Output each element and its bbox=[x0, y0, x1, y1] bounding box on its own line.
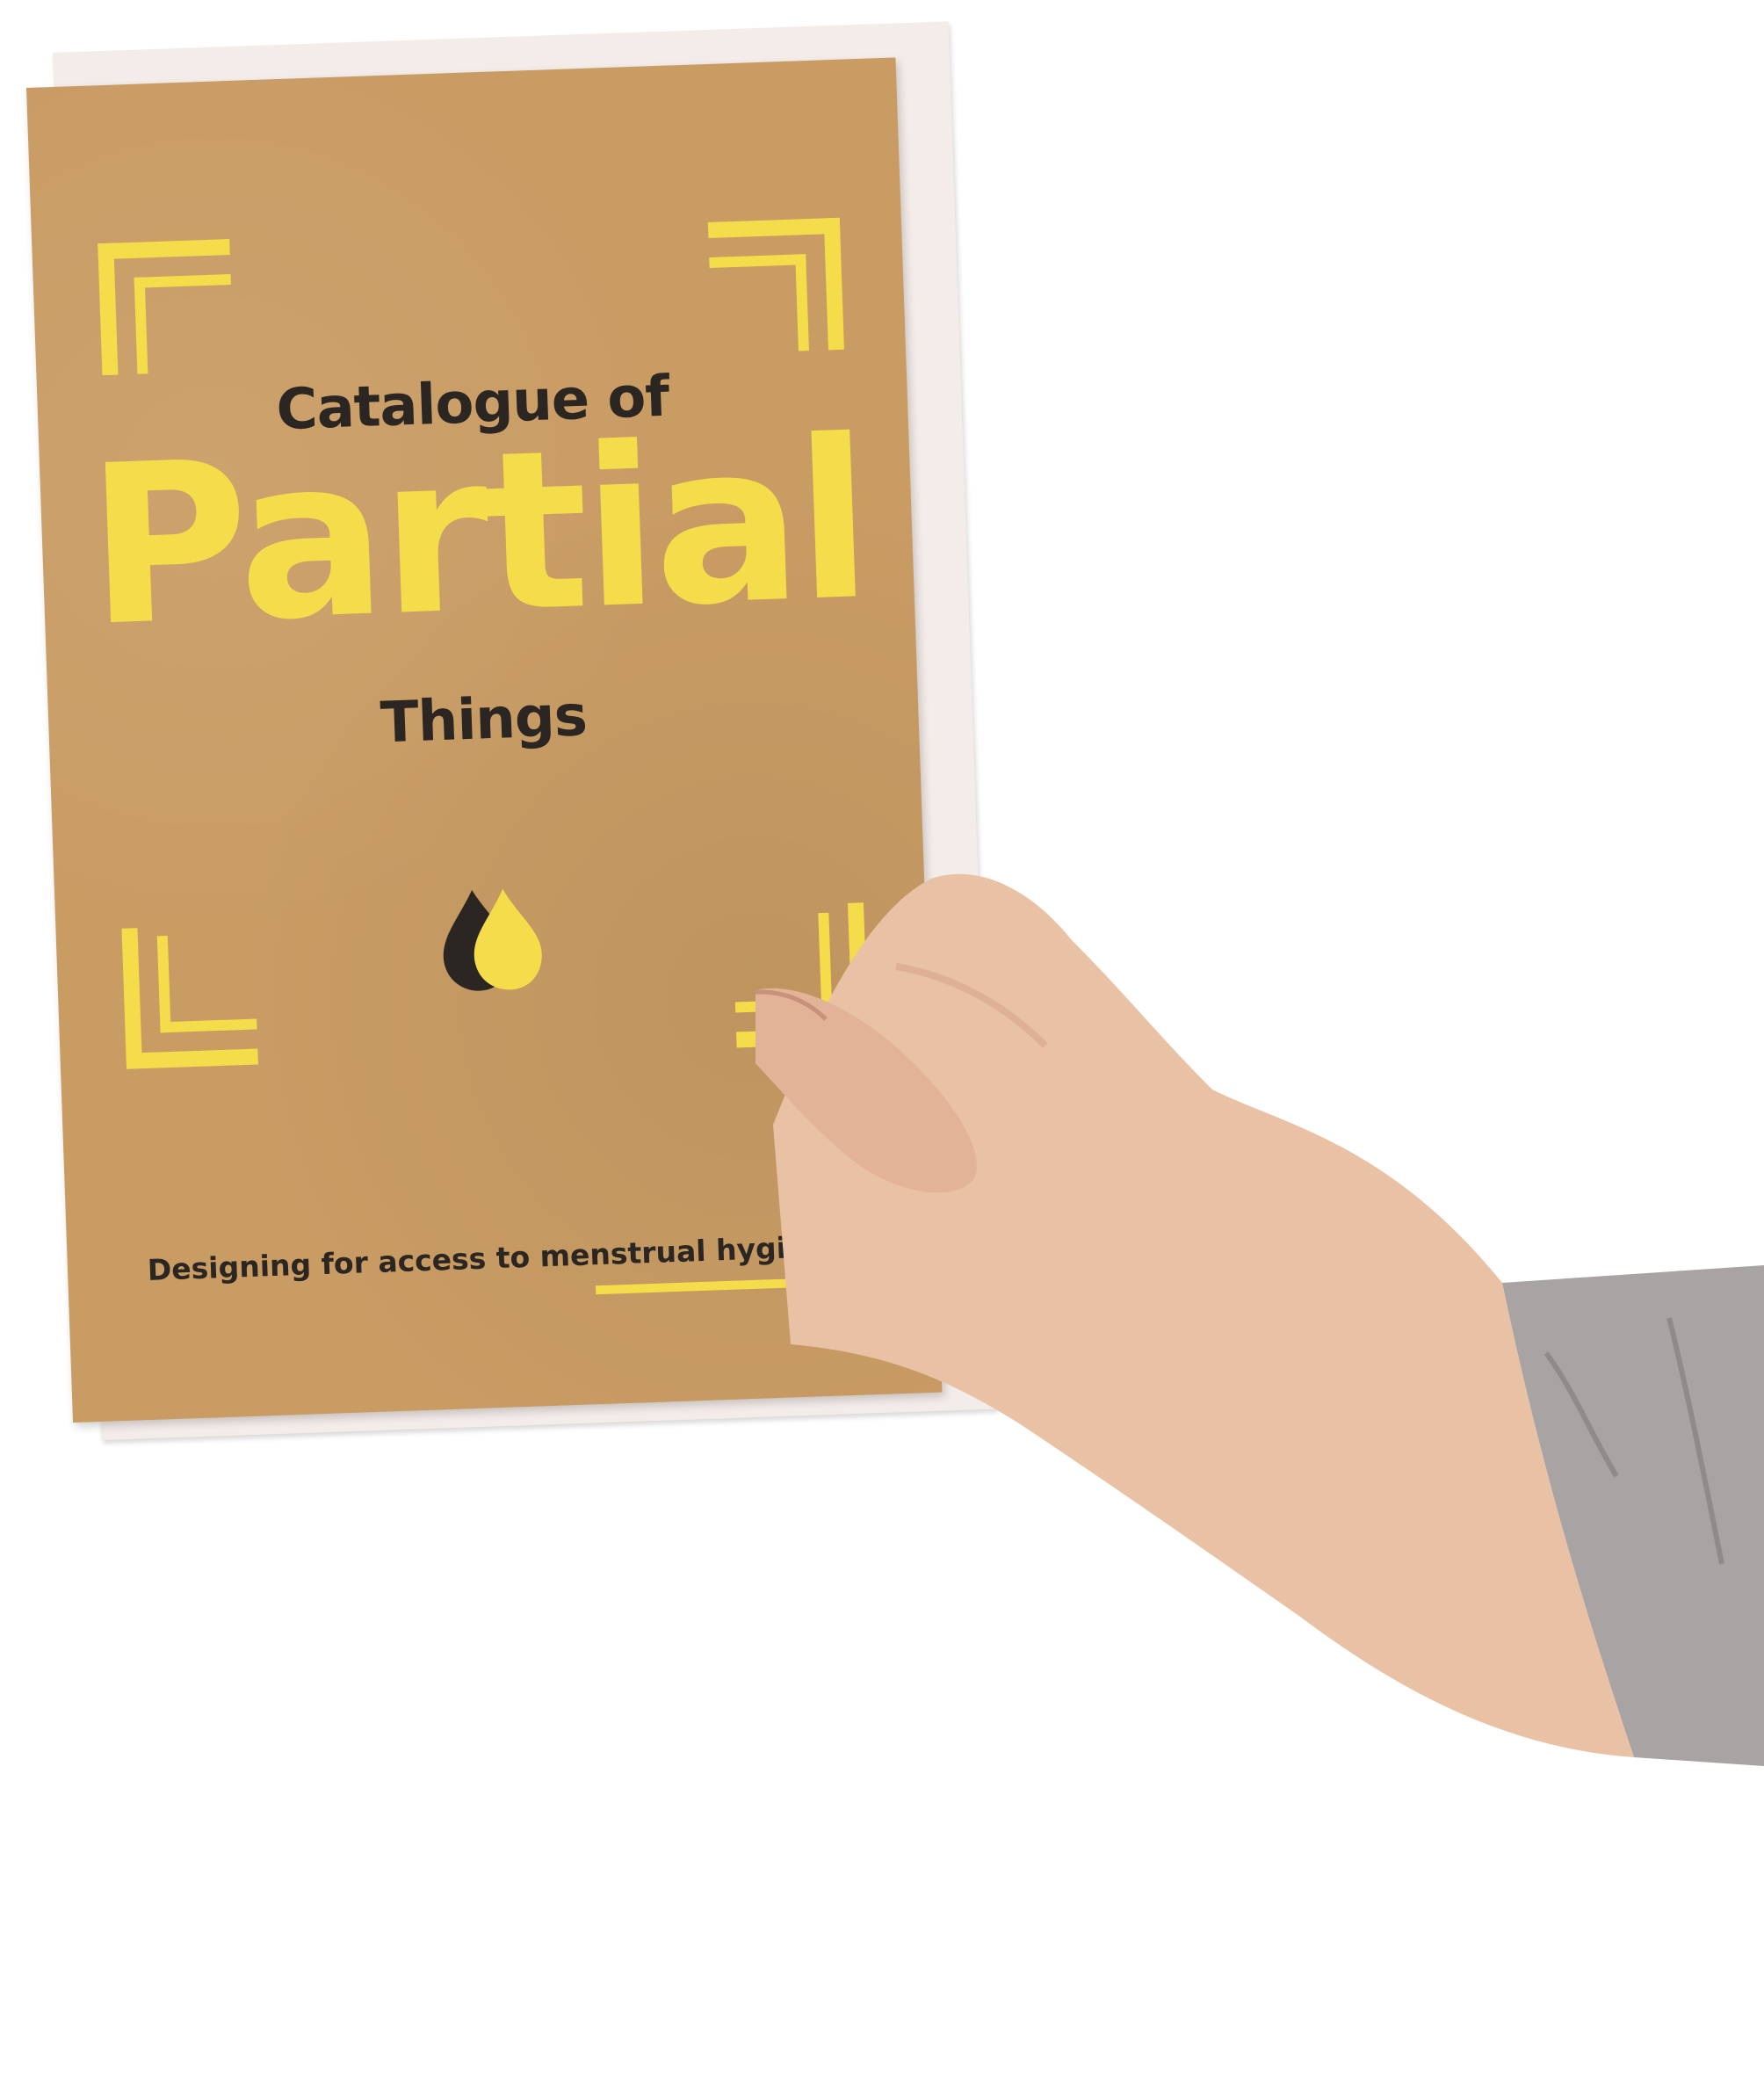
corner-bracket-bottom-left bbox=[121, 923, 266, 1069]
cover-title-main: Partial bbox=[83, 392, 871, 675]
cover-title-line-3: Things bbox=[379, 684, 588, 757]
corner-bracket-top-right bbox=[699, 217, 844, 363]
twin-drop-icon bbox=[443, 888, 542, 991]
corner-bracket-top-left bbox=[98, 239, 242, 384]
photo-scene: Catalogue of Partial Things Designing fo… bbox=[0, 0, 1764, 2078]
holding-hand bbox=[755, 873, 1764, 1766]
